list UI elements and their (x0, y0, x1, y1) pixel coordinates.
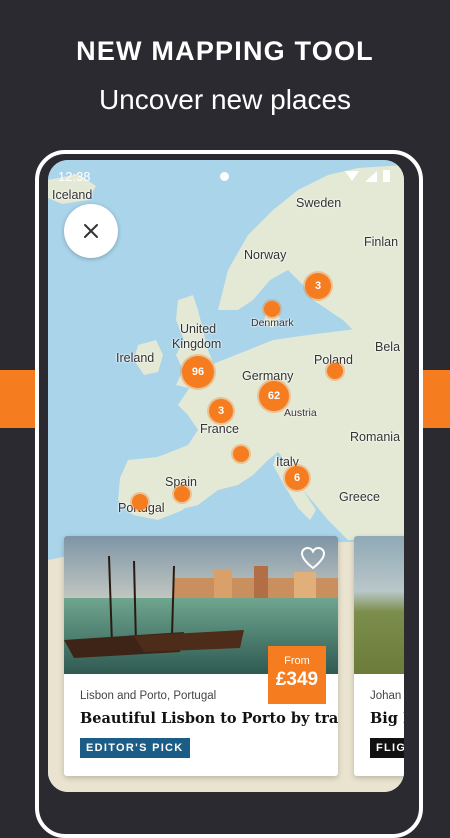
map-marker-spain[interactable] (174, 486, 190, 502)
promo-headline: NEW MAPPING TOOL (76, 36, 374, 66)
signal-icon (365, 170, 377, 182)
close-icon (84, 224, 98, 238)
notification-dot-icon (220, 172, 229, 181)
map-label-denmark: Denmark (251, 317, 294, 329)
wifi-icon (345, 171, 359, 181)
map-label-belarus: Bela (375, 340, 401, 354)
price-tag: From £349 (268, 646, 326, 704)
battery-icon (383, 170, 390, 182)
map-label-romania: Romania (350, 430, 401, 444)
trip-card-lisbon-porto[interactable]: From £349 Lisbon and Porto, Portugal Bea… (64, 536, 338, 776)
map-label-sweden: Sweden (296, 196, 342, 210)
map-label-united: United (180, 322, 217, 336)
close-button[interactable] (64, 204, 118, 258)
map-label-finland: Finlan (364, 235, 399, 249)
map-marker-italy[interactable]: 6 (285, 466, 309, 490)
editors-pick-badge: EDITOR'S PICK (80, 738, 190, 758)
map-marker-uk[interactable]: 96 (182, 356, 214, 388)
map-label-greece: Greece (339, 490, 380, 504)
map-label-germany: Germany (242, 369, 294, 383)
trip-location: Lisbon and Porto, Portugal (80, 690, 217, 702)
map-marker-germany[interactable]: 62 (259, 381, 289, 411)
trip-location-next: Johan (370, 690, 402, 702)
promo-subline: Uncover new places (98, 84, 352, 115)
map-marker-poland[interactable] (327, 363, 343, 379)
map-label-norway: Norway (244, 248, 287, 262)
phone-screen: 12:38 Iceland Sweden Finlan Norway Denma… (48, 160, 404, 792)
category-badge-next: FLIGH (370, 738, 404, 758)
status-bar: 12:38 (48, 160, 404, 190)
map-marker-denmark[interactable] (264, 301, 280, 317)
price-from-label: From (284, 655, 310, 667)
trip-card-next[interactable]: Johan Big F FLIGH (354, 536, 404, 776)
map-label-france: France (200, 422, 239, 436)
map-label-kingdom: Kingdom (172, 337, 222, 351)
map-label-iceland: Iceland (52, 188, 93, 202)
trip-title: Beautiful Lisbon to Porto by train (80, 710, 338, 727)
map-marker-sweden[interactable]: 3 (305, 273, 331, 299)
map-marker-france[interactable]: 3 (209, 399, 233, 423)
trip-photo-next (354, 536, 404, 674)
map-marker-portugal[interactable] (132, 494, 148, 510)
map-label-ireland: Ireland (116, 351, 155, 365)
map-label-austria: Austria (284, 407, 317, 419)
status-time: 12:38 (58, 169, 91, 184)
trip-title-next: Big F (370, 710, 404, 727)
map-marker-south-france[interactable] (233, 446, 249, 462)
favorite-heart-icon[interactable] (300, 546, 326, 570)
price-amount: £349 (275, 669, 319, 690)
